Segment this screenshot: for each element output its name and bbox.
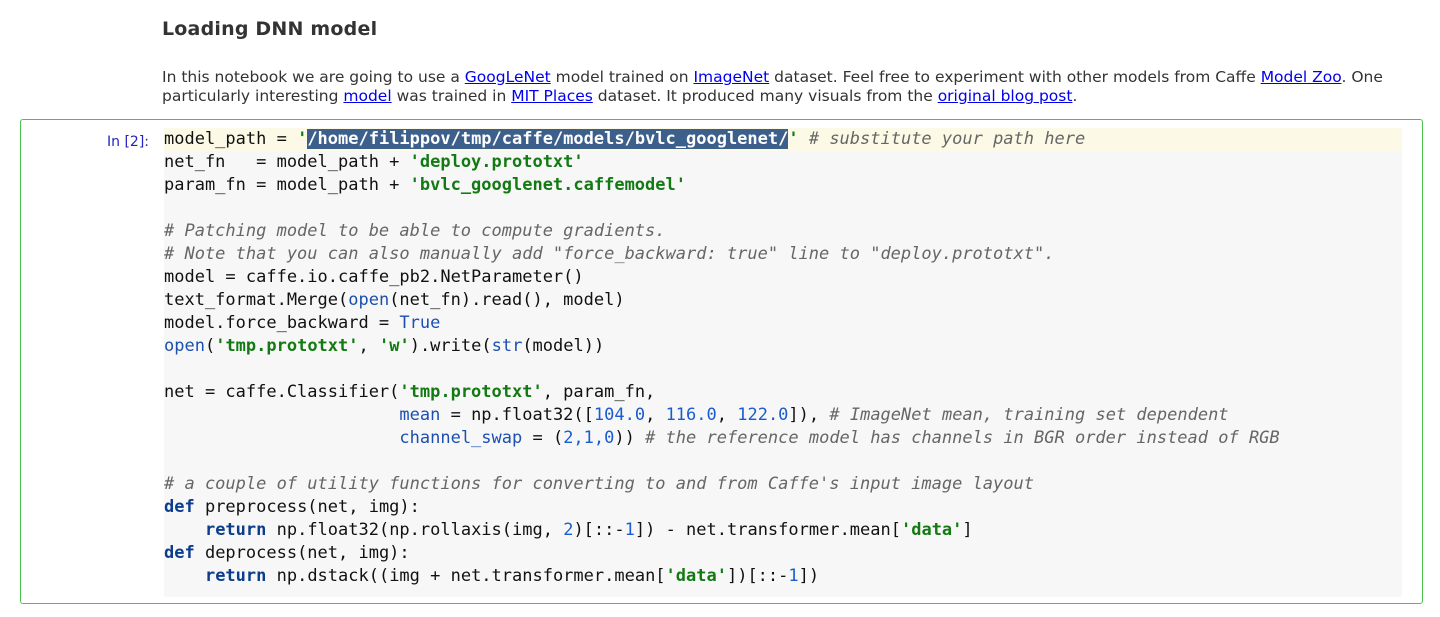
code-line: # Note that you can also manually add "f… — [164, 244, 1055, 264]
code-line: def preprocess(net, img): — [164, 497, 420, 517]
code-line: # a couple of utility functions for conv… — [164, 474, 1034, 494]
code-line: open('tmp.prototxt', 'w').write(str(mode… — [164, 336, 605, 356]
googlenet-link[interactable]: GoogLeNet — [465, 68, 551, 86]
model-zoo-link[interactable]: Model Zoo — [1261, 68, 1342, 86]
code-line: text_format.Merge(open(net_fn).read(), m… — [164, 290, 625, 310]
intro-text: In this notebook we are going to use a — [162, 68, 465, 86]
code-line: # Patching model to be able to compute g… — [164, 221, 666, 241]
code-line: net_fn = model_path + 'deploy.prototxt' — [164, 152, 584, 172]
blog-post-link[interactable]: original blog post — [938, 87, 1073, 105]
code-line: return np.float32(np.rollaxis(img, 2)[::… — [204, 520, 973, 540]
code-line: model.force_backward = True — [164, 313, 441, 333]
markdown-cell: Loading DNN model In this notebook we ar… — [162, 18, 1412, 105]
code-line: model = caffe.io.caffe_pb2.NetParameter(… — [164, 267, 584, 287]
code-content[interactable]: model_path = '/home/filippov/tmp/caffe/m… — [164, 128, 1402, 588]
code-line: channel_swap = (2,1,0)) # the reference … — [399, 428, 1280, 448]
model-link[interactable]: model — [343, 87, 391, 105]
code-editor[interactable]: model_path = '/home/filippov/tmp/caffe/m… — [164, 128, 1402, 597]
intro-text: dataset. It produced many visuals from t… — [592, 87, 938, 105]
selected-text: /home/filippov/tmp/caffe/models/bvlc_goo… — [307, 129, 789, 149]
cell-prompt: In [2]: — [107, 134, 149, 150]
code-line: net = caffe.Classifier('tmp.prototxt', p… — [164, 382, 656, 402]
code-line: mean = np.float32([104.0, 116.0, 122.0])… — [399, 405, 1229, 425]
code-line: def deprocess(net, img): — [164, 543, 410, 563]
intro-text: . — [1072, 87, 1078, 105]
code-cell[interactable]: In [2]: model_path = '/home/filippov/tmp… — [20, 119, 1423, 604]
code-line: return np.dstack((img + net.transformer.… — [204, 566, 820, 586]
imagenet-link[interactable]: ImageNet — [693, 68, 769, 86]
code-line: param_fn = model_path + 'bvlc_googlenet.… — [164, 175, 686, 195]
intro-text: was trained in — [391, 87, 512, 105]
mit-places-link[interactable]: MIT Places — [511, 87, 593, 105]
intro-text: dataset. Feel free to experiment with ot… — [769, 68, 1261, 86]
code-line: model_path = '/home/filippov/tmp/caffe/m… — [164, 128, 1402, 151]
intro-text: model trained on — [550, 68, 694, 86]
intro-paragraph: In this notebook we are going to use a G… — [162, 68, 1402, 106]
section-heading: Loading DNN model — [162, 18, 378, 40]
